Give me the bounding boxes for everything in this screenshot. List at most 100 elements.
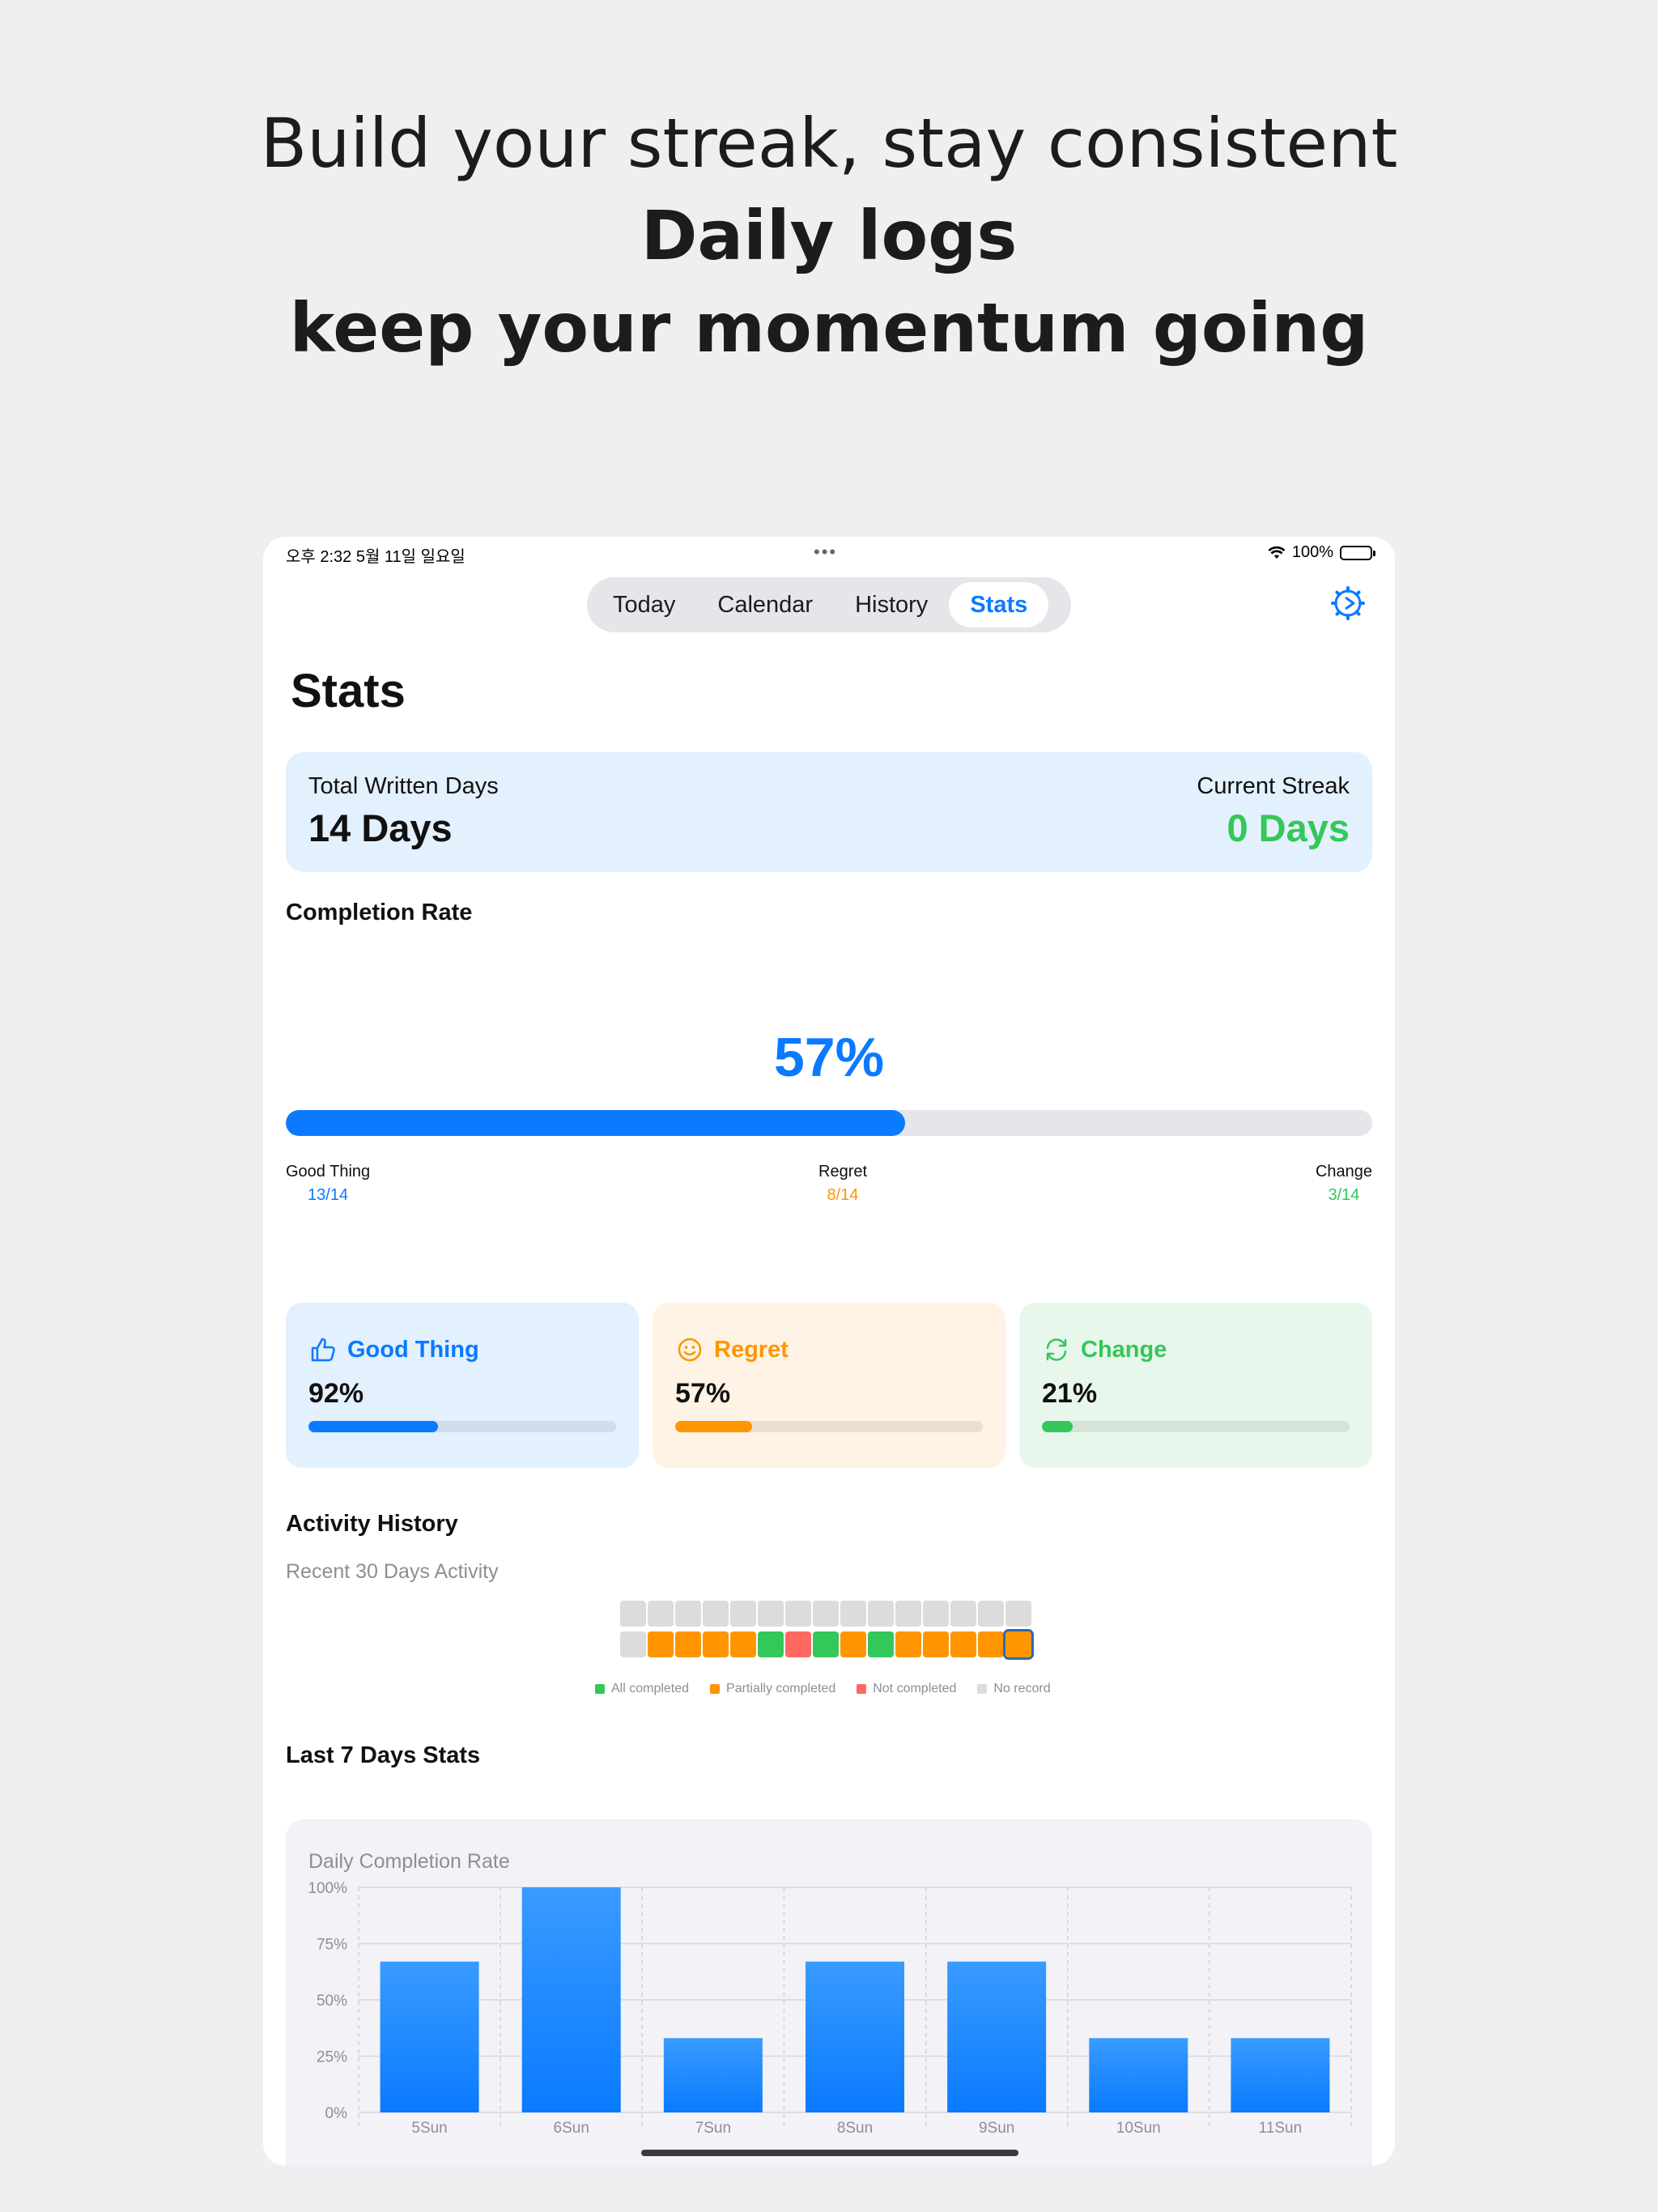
activity-day-cell [730, 1601, 756, 1627]
activity-day-cell [758, 1631, 784, 1657]
tab-segmented-control: Today Calendar History Stats [587, 577, 1071, 632]
bar-6Sun[interactable] [521, 1887, 621, 2112]
activity-subtitle: Recent 30 Days Activity [286, 1560, 499, 1583]
bar-7Sun[interactable] [663, 2038, 763, 2112]
activity-day-cell [923, 1601, 949, 1627]
legend-swatch [977, 1684, 988, 1694]
activity-day-cell [620, 1601, 646, 1627]
card-change-label: Change [1081, 1336, 1167, 1363]
activity-day-cell [703, 1601, 729, 1627]
headline-line-2: Daily logs [640, 196, 1018, 275]
activity-day-cell [923, 1631, 949, 1657]
activity-legend: All completed Partially completed Not comp… [595, 1682, 1051, 1696]
headline-line-3: keep your momentum going [289, 288, 1369, 368]
home-indicator[interactable] [641, 2150, 1018, 2156]
legend-swatch [710, 1684, 721, 1694]
activity-day-cell [978, 1601, 1004, 1627]
marketing-headline: Build your streak, stay consistent Daily… [0, 97, 1658, 374]
activity-day-cell [758, 1601, 784, 1627]
category-change: Change 3/14 [1315, 1163, 1372, 1204]
legend-item: Partially completed [710, 1682, 835, 1696]
activity-day-cell [1003, 1629, 1034, 1660]
x-tick-label: 8Sun [837, 2120, 873, 2137]
bar-11Sun[interactable] [1231, 2038, 1330, 2112]
activity-day-cell [730, 1631, 756, 1657]
card-regret-label: Regret [714, 1336, 789, 1363]
card-regret-bar [675, 1421, 983, 1432]
x-tick-label: 11Sun [1259, 2120, 1303, 2137]
daily-completion-chart: Daily Completion Rate 0% 25% 50% 75% 100% 5Su… [286, 1819, 1372, 2166]
summary-card: Total Written Days 14 Days Current Strea… [286, 752, 1372, 872]
bar-9Sun[interactable] [947, 1961, 1047, 2112]
legend-label: Partially completed [726, 1682, 836, 1695]
total-days-value: 14 Days [308, 806, 453, 849]
tab-today[interactable]: Today [592, 582, 696, 627]
battery-icon [1340, 545, 1375, 560]
x-tick-label: 6Sun [554, 2120, 589, 2137]
current-streak-label: Current Streak [1197, 773, 1350, 799]
completion-percent: 57% [773, 1027, 885, 1088]
y-tick-label: 25% [317, 2049, 347, 2066]
y-tick-label: 50% [317, 1993, 347, 2010]
card-change-bar [1042, 1421, 1350, 1432]
thumbs-up-icon [311, 1338, 335, 1362]
tab-history[interactable]: History [834, 582, 949, 627]
card-change[interactable]: Change 21% [1019, 1303, 1372, 1468]
activity-day-cell [648, 1631, 674, 1657]
legend-swatch [857, 1684, 867, 1694]
card-regret[interactable]: Regret 57% [653, 1303, 1005, 1468]
activity-day-cell [785, 1631, 811, 1657]
activity-day-cell [675, 1631, 701, 1657]
bar-chart-svg: 0% 25% 50% 75% 100% 5Sun 6Sun 7Sun 8Sun 9Sun 10Sun… [308, 1880, 1352, 2137]
card-change-percent: 21% [1042, 1378, 1098, 1409]
category-regret: Regret 8/14 [818, 1163, 868, 1204]
card-good-thing[interactable]: Good Thing 92% [286, 1303, 639, 1468]
activity-day-cell [868, 1601, 894, 1627]
ipad-screen: 오후 2:32 5월 11일 일요일 ••• 100% Today Calend… [263, 537, 1395, 2166]
activity-day-cell [675, 1601, 701, 1627]
activity-day-cell [895, 1631, 921, 1657]
x-tick-label: 7Sun [695, 2120, 731, 2137]
multitasking-dots-icon[interactable]: ••• [814, 542, 837, 563]
activity-day-cell [840, 1601, 866, 1627]
category-good-thing: Good Thing 13/14 [286, 1163, 371, 1204]
legend-item: Not completed [857, 1682, 956, 1696]
bar-5Sun[interactable] [380, 1961, 479, 2112]
y-tick-label: 100% [308, 1880, 347, 1897]
activity-day-cell [620, 1631, 646, 1657]
headline-line-1: Build your streak, stay consistent [260, 104, 1398, 183]
legend-item: All completed [595, 1682, 689, 1696]
activity-day-cell [648, 1601, 674, 1627]
activity-day-cell [703, 1631, 729, 1657]
activity-day-cell [950, 1601, 976, 1627]
settings-gear-icon[interactable] [1330, 585, 1366, 621]
legend-label: All completed [611, 1682, 690, 1695]
completion-rate-title: Completion Rate [286, 900, 473, 925]
card-good-thing-percent: 92% [308, 1378, 364, 1409]
x-tick-label: 10Sun [1116, 2120, 1161, 2137]
smiley-icon [678, 1338, 702, 1362]
activity-day-cell [1005, 1601, 1031, 1627]
x-tick-label: 9Sun [979, 2120, 1014, 2137]
tab-stats[interactable]: Stats [949, 582, 1049, 627]
card-good-thing-label: Good Thing [347, 1336, 479, 1363]
activity-day-cell [978, 1631, 1004, 1657]
completion-progress-bar [286, 1110, 1372, 1136]
category-breakdown: Good Thing 13/14 Regret 8/14 Change 3/14 [286, 1163, 1372, 1211]
bar-8Sun[interactable] [806, 1961, 904, 2112]
y-tick-label: 0% [325, 2105, 348, 2122]
wifi-icon [1268, 546, 1286, 559]
card-regret-percent: 57% [675, 1378, 731, 1409]
status-bar: 오후 2:32 5월 11일 일요일 ••• 100% [263, 537, 1395, 566]
battery-percent: 100% [1291, 543, 1333, 561]
activity-day-cell [868, 1631, 894, 1657]
total-days-label: Total Written Days [308, 773, 499, 799]
x-tick-label: 5Sun [411, 2120, 447, 2137]
activity-day-cell [813, 1631, 839, 1657]
refresh-icon [1046, 1338, 1067, 1361]
y-tick-label: 75% [317, 1937, 347, 1954]
bar-10Sun[interactable] [1089, 2038, 1188, 2112]
legend-swatch [595, 1684, 605, 1694]
activity-day-cell [950, 1631, 976, 1657]
tab-calendar[interactable]: Calendar [696, 582, 834, 627]
